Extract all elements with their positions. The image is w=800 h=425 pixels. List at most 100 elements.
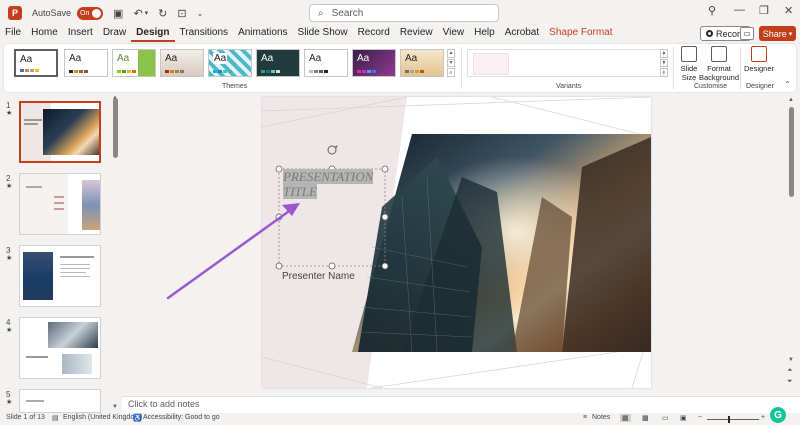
save-icon[interactable]: ▣: [113, 7, 123, 20]
more-icon[interactable]: ≡: [447, 68, 455, 78]
slide-1[interactable]: [262, 97, 651, 388]
zoom-slider[interactable]: [707, 419, 759, 420]
tab-insert[interactable]: Insert: [63, 26, 98, 42]
theme-2[interactable]: Aa: [64, 49, 108, 77]
notes-icon: ≡: [583, 414, 588, 421]
theme-3[interactable]: Aa: [112, 49, 156, 77]
customize-toolbar-icon[interactable]: ⌄: [197, 9, 204, 18]
theme-4[interactable]: Aa: [160, 49, 204, 77]
slide-size-button[interactable]: Slide Size: [678, 46, 700, 82]
undo-icon[interactable]: ↶: [133, 7, 142, 20]
zoom-in-icon[interactable]: +: [761, 414, 765, 421]
reading-view-icon[interactable]: ▭: [662, 414, 669, 422]
slide-thumbnail-3[interactable]: [19, 245, 101, 307]
theme-preview-text: Aa: [261, 53, 274, 64]
notes-placeholder: Click to add notes: [128, 399, 200, 409]
search-icon: ⌕: [318, 7, 324, 19]
tab-animations[interactable]: Animations: [233, 26, 292, 42]
theme-preview-text: Aa: [213, 53, 228, 64]
restore-icon[interactable]: ❐: [759, 4, 769, 17]
theme-7[interactable]: Aa: [304, 49, 348, 77]
collapse-ribbon-icon[interactable]: ⌃: [784, 80, 791, 89]
accessibility-status[interactable]: Accessibility: Good to go: [143, 414, 220, 421]
thumb-star-icon: ★: [6, 255, 13, 262]
spelling-icon[interactable]: ▤: [52, 414, 59, 422]
scroll-down-icon[interactable]: ▼: [447, 58, 455, 68]
scroll-down-arrow-icon[interactable]: ▼: [788, 357, 794, 363]
share-dropdown-icon: ▾: [788, 30, 793, 38]
slideshow-view-icon[interactable]: ▣: [680, 414, 687, 422]
redo-icon[interactable]: ↻: [158, 7, 167, 20]
scroll-down-icon[interactable]: ▼: [660, 58, 668, 68]
theme-preview-text: Aa: [69, 53, 82, 64]
present-icon[interactable]: ⊡: [177, 7, 186, 20]
autosave-toggle[interactable]: On: [77, 6, 104, 20]
tab-transitions[interactable]: Transitions: [175, 26, 234, 42]
tab-acrobat[interactable]: Acrobat: [500, 26, 544, 42]
tab-view[interactable]: View: [438, 26, 470, 42]
slide-counter: Slide 1 of 13: [6, 414, 45, 421]
tab-shape-format[interactable]: Shape Format: [544, 26, 617, 42]
notes-toggle[interactable]: Notes: [592, 414, 610, 421]
search-input[interactable]: ⌕ Search: [309, 4, 499, 22]
scroll-up-icon[interactable]: ▲: [447, 49, 455, 58]
normal-view-icon[interactable]: ▦: [620, 414, 631, 422]
notes-pane[interactable]: Click to add notes: [122, 396, 800, 413]
variants-group-label: Variants: [556, 83, 582, 90]
theme-8[interactable]: Aa: [352, 49, 396, 77]
theme-preview-text: Aa: [405, 53, 418, 64]
format-background-button[interactable]: Format Background: [698, 46, 740, 82]
canvas-scroll-thumb[interactable]: [789, 107, 794, 197]
tab-slide-show[interactable]: Slide Show: [293, 26, 353, 42]
scroll-up-arrow-icon[interactable]: ▲: [788, 97, 794, 103]
record-icon: [706, 30, 713, 37]
zoom-slider-thumb[interactable]: [728, 416, 730, 423]
grammarly-icon[interactable]: G: [770, 407, 786, 423]
zoom-out-icon[interactable]: −: [698, 414, 702, 421]
language-indicator[interactable]: English (United Kingdom): [63, 414, 142, 421]
slide-title[interactable]: PRESENTATION TITLE: [283, 169, 383, 199]
canvas-scrollbar[interactable]: ▲ ▼ ⏶ ⏷: [786, 95, 798, 395]
tab-file[interactable]: File: [0, 26, 26, 42]
title-selection-box[interactable]: [262, 97, 651, 388]
minimize-icon[interactable]: —: [734, 4, 745, 16]
more-icon[interactable]: ≡: [660, 68, 668, 78]
variants-gallery-scroll[interactable]: ▲ ▼ ≡: [660, 49, 668, 78]
format-background-icon: [711, 46, 727, 62]
powerpoint-logo-icon: P: [8, 6, 22, 20]
slide-thumbnail-2[interactable]: [19, 173, 101, 235]
scroll-down-arrow-icon[interactable]: ▼: [112, 404, 118, 410]
undo-dropdown-icon[interactable]: ▾: [145, 9, 149, 17]
theme-9[interactable]: Aa: [400, 49, 444, 77]
tab-draw[interactable]: Draw: [98, 26, 131, 42]
slide-thumbnail-5[interactable]: [19, 389, 101, 413]
share-label: Share: [762, 28, 787, 39]
tab-help[interactable]: Help: [469, 26, 500, 42]
variant-swatch[interactable]: [473, 53, 509, 75]
customise-group-label: Customise: [694, 83, 728, 90]
format-background-label: Format Background: [698, 64, 740, 82]
slide-sorter-icon[interactable]: ▩: [642, 414, 649, 422]
slide-thumbnail-4[interactable]: [19, 317, 101, 379]
close-icon[interactable]: ✕: [784, 4, 793, 17]
lightbulb-icon[interactable]: ⚲: [708, 4, 716, 17]
comments-button[interactable]: ▭: [740, 27, 754, 40]
slide-thumbnail-1[interactable]: [19, 101, 101, 163]
themes-gallery-scroll[interactable]: ▲ ▼ ≡: [447, 49, 455, 78]
theme-5[interactable]: Aa: [208, 49, 252, 77]
designer-label: Designer: [744, 64, 775, 73]
share-button[interactable]: Share ▾: [759, 26, 796, 41]
designer-button[interactable]: Designer: [744, 46, 774, 73]
scroll-up-icon[interactable]: ▲: [660, 49, 668, 58]
tab-review[interactable]: Review: [395, 26, 438, 42]
previous-slide-icon[interactable]: ⏶: [787, 367, 793, 375]
comment-icon: ▭: [743, 29, 751, 38]
tab-home[interactable]: Home: [26, 26, 63, 42]
theme-office[interactable]: Aa: [14, 49, 58, 77]
thumbnail-scrollbar[interactable]: [113, 98, 118, 158]
tab-record[interactable]: Record: [353, 26, 395, 42]
next-slide-icon[interactable]: ⏷: [787, 378, 793, 386]
presenter-name[interactable]: Presenter Name: [282, 271, 355, 282]
tab-design[interactable]: Design: [131, 26, 175, 42]
theme-6[interactable]: Aa: [256, 49, 300, 77]
